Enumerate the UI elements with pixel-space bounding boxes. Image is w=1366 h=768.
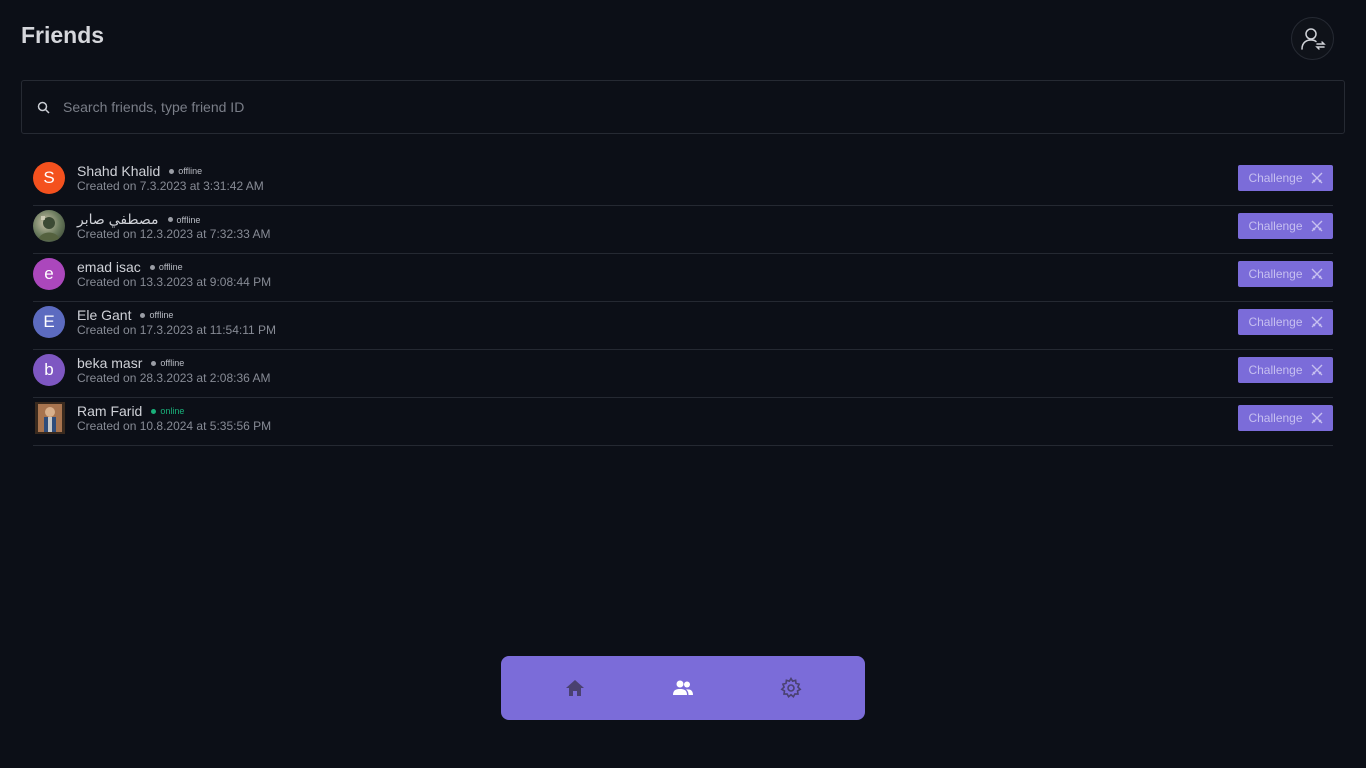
nav-settings-button[interactable]	[771, 668, 811, 708]
friend-row: S Shahd Khalid offline Created on 7.3.20…	[33, 158, 1333, 206]
avatar: e	[33, 258, 65, 290]
status-dot-icon	[151, 408, 157, 414]
swords-icon	[1311, 172, 1322, 184]
friends-list: S Shahd Khalid offline Created on 7.3.20…	[33, 158, 1333, 446]
friend-name: Ele Gant	[77, 307, 132, 323]
status-dot-icon	[149, 264, 155, 270]
swords-icon	[1311, 268, 1322, 280]
challenge-label: Challenge	[1248, 363, 1303, 377]
swords-icon	[1311, 316, 1322, 328]
status-label: offline	[176, 214, 201, 225]
created-date: Created on 7.3.2023 at 3:31:42 AM	[77, 179, 264, 193]
challenge-button[interactable]: Challenge	[1238, 213, 1333, 239]
friend-row: e emad isac offline Created on 13.3.2023…	[33, 254, 1333, 302]
status-dot-icon	[167, 217, 173, 222]
home-icon	[566, 680, 584, 696]
profile-switch-button[interactable]	[1291, 17, 1334, 60]
avatar: E	[33, 306, 65, 338]
challenge-label: Challenge	[1248, 315, 1303, 329]
challenge-label: Challenge	[1248, 411, 1303, 425]
profile-photo	[38, 216, 60, 240]
user-switch-icon	[1300, 27, 1326, 50]
avatar-initial: e	[44, 264, 54, 283]
status-badge: offline	[149, 262, 183, 272]
status-badge: offline	[140, 310, 173, 320]
challenge-button[interactable]: Challenge	[1238, 357, 1333, 383]
avatar: S	[33, 162, 65, 194]
status-dot-icon	[169, 168, 175, 174]
bottom-navigation	[501, 656, 865, 720]
avatar	[35, 402, 65, 434]
swords-icon	[1311, 412, 1322, 424]
avatar: b	[33, 354, 65, 386]
avatar-initial: S	[43, 168, 55, 187]
search-bar	[21, 80, 1345, 134]
created-date: Created on 13.3.2023 at 9:08:44 PM	[77, 275, 272, 289]
friends-icon	[673, 680, 693, 695]
challenge-label: Challenge	[1248, 267, 1303, 281]
challenge-button[interactable]: Challenge	[1238, 405, 1333, 431]
nav-home-button[interactable]	[555, 668, 595, 708]
status-label: offline	[178, 166, 203, 176]
swords-icon	[1311, 364, 1322, 376]
challenge-label: Challenge	[1248, 219, 1303, 233]
status-label: offline	[149, 310, 174, 320]
friend-name: Shahd Khalid	[77, 163, 161, 179]
avatar-initial: b	[44, 360, 54, 379]
challenge-button[interactable]: Challenge	[1238, 309, 1333, 335]
created-date: Created on 17.3.2023 at 11:54:11 PM	[77, 323, 277, 337]
search-icon	[37, 101, 50, 114]
created-date: Created on 12.3.2023 at 7:32:33 AM	[77, 227, 271, 241]
status-dot-icon	[151, 360, 157, 366]
challenge-label: Challenge	[1248, 171, 1303, 185]
friend-name: beka masr	[77, 355, 143, 371]
status-badge: offline	[167, 214, 201, 225]
status-badge: offline	[169, 166, 202, 176]
gear-icon	[780, 677, 802, 698]
friend-row: E Ele Gant offline Created on 17.3.2023 …	[33, 302, 1333, 350]
created-date: Created on 10.8.2024 at 5:35:56 PM	[77, 419, 272, 433]
friend-row: مصطفي صابر offline Created on 12.3.2023 …	[33, 206, 1333, 254]
friend-name: emad isac	[77, 259, 141, 275]
status-badge: online	[151, 406, 184, 416]
friend-row: Ram Farid online Created on 10.8.2024 at…	[33, 398, 1333, 446]
friend-name: Ram Farid	[77, 403, 143, 419]
status-label: offline	[158, 262, 183, 272]
created-date: Created on 28.3.2023 at 2:08:36 AM	[77, 371, 271, 385]
search-input[interactable]	[63, 99, 1344, 115]
friend-name: مصطفي صابر	[77, 211, 159, 227]
challenge-button[interactable]: Challenge	[1238, 261, 1333, 287]
swords-icon	[1311, 220, 1322, 232]
status-dot-icon	[140, 312, 146, 318]
avatar-initial: E	[43, 312, 55, 331]
status-badge: offline	[151, 358, 184, 368]
challenge-button[interactable]: Challenge	[1238, 165, 1333, 191]
avatar	[33, 210, 65, 242]
page-title: Friends	[21, 22, 105, 48]
nav-friends-button[interactable]	[663, 668, 703, 708]
status-label: online	[160, 406, 185, 416]
friend-row: b beka masr offline Created on 28.3.2023…	[33, 350, 1333, 398]
status-label: offline	[160, 358, 185, 368]
profile-photo	[35, 402, 65, 434]
